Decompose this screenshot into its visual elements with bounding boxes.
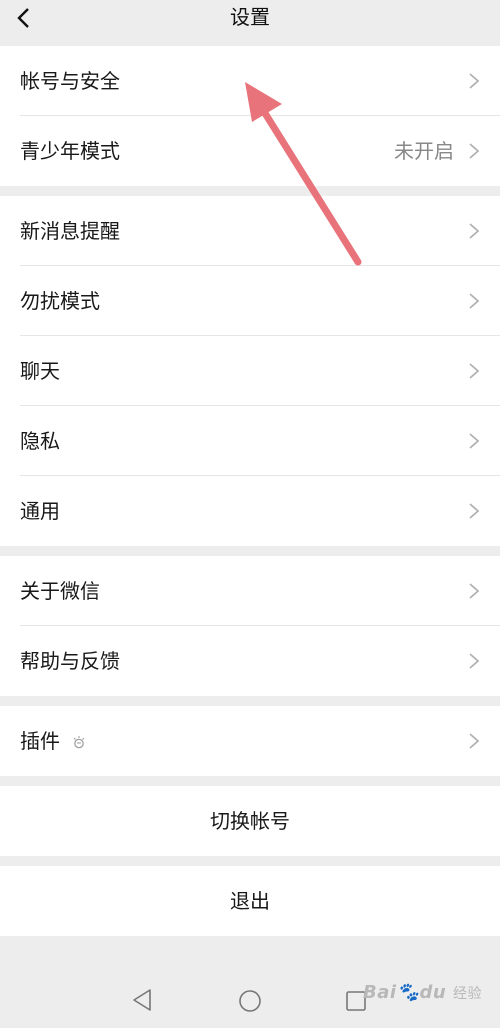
settings-item-label: 关于微信 [20, 579, 100, 603]
plugin-bulb-icon [73, 736, 85, 749]
settings-item-notifications[interactable]: 新消息提醒 [0, 196, 500, 266]
settings-item-help-feedback[interactable]: 帮助与反馈 [0, 626, 500, 696]
settings-item-about-wechat[interactable]: 关于微信 [0, 556, 500, 626]
logout-button[interactable]: 退出 [0, 866, 500, 936]
settings-item-account-security[interactable]: 帐号与安全 [0, 46, 500, 116]
nav-back-icon[interactable] [130, 988, 154, 1012]
chevron-right-icon [469, 73, 480, 89]
settings-item-label: 聊天 [20, 359, 60, 383]
chevron-right-icon [469, 293, 480, 309]
chevron-right-icon [469, 143, 480, 159]
switch-account-button[interactable]: 切换帐号 [0, 786, 500, 856]
settings-group-account: 帐号与安全 青少年模式 未开启 [0, 46, 500, 186]
youth-mode-status: 未开启 [394, 139, 454, 163]
watermark-text: 经验 [453, 986, 482, 1002]
watermark-brand-suffix: du [419, 982, 447, 1003]
settings-item-label: 帐号与安全 [20, 69, 120, 93]
title-bar: 设置 [0, 0, 500, 44]
settings-group-about: 关于微信 帮助与反馈 [0, 556, 500, 696]
settings-item-label: 新消息提醒 [20, 219, 120, 243]
chevron-right-icon [469, 503, 480, 519]
settings-item-label: 插件 [20, 729, 60, 753]
chevron-right-icon [469, 583, 480, 599]
chevron-right-icon [469, 433, 480, 449]
page-title: 设置 [230, 5, 270, 29]
chevron-right-icon [469, 363, 480, 379]
settings-item-label: 隐私 [20, 429, 60, 453]
chevron-right-icon [469, 653, 480, 669]
nav-home-icon[interactable] [238, 989, 262, 1013]
settings-group-general: 新消息提醒 勿扰模式 聊天 隐私 通用 [0, 196, 500, 546]
settings-item-youth-mode[interactable]: 青少年模式 未开启 [0, 116, 500, 186]
chevron-right-icon [469, 733, 480, 749]
settings-item-general[interactable]: 通用 [0, 476, 500, 546]
settings-item-privacy[interactable]: 隐私 [0, 406, 500, 476]
settings-item-chat[interactable]: 聊天 [0, 336, 500, 406]
settings-item-label: 帮助与反馈 [20, 649, 120, 673]
baidu-jingyan-watermark: Bai🐾du 经验 [363, 982, 482, 1003]
settings-item-plugins[interactable]: 插件 [0, 706, 500, 776]
settings-item-do-not-disturb[interactable]: 勿扰模式 [0, 266, 500, 336]
watermark-paw-icon: 🐾 [396, 982, 420, 1003]
settings-item-label: 通用 [20, 499, 60, 523]
settings-item-label: 青少年模式 [20, 139, 120, 163]
watermark-brand: Bai [363, 982, 397, 1003]
settings-group-plugins: 插件 [0, 706, 500, 776]
chevron-right-icon [469, 223, 480, 239]
settings-item-label: 勿扰模式 [20, 289, 100, 313]
